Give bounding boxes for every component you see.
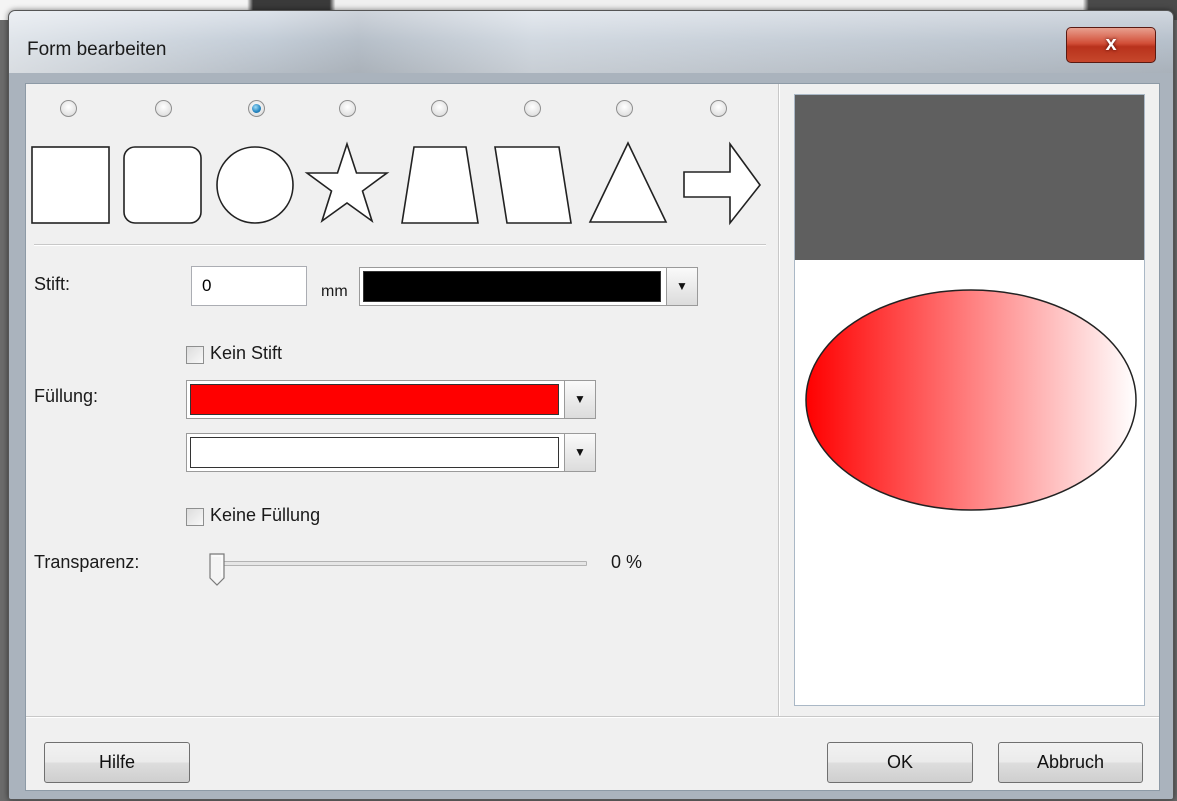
- trapezoid-shape-icon[interactable]: [401, 146, 479, 224]
- pen-color-swatch: [363, 271, 661, 302]
- pen-color-dropdown-arrow[interactable]: ▼: [666, 268, 697, 305]
- no-pen-label: Kein Stift: [210, 343, 283, 363]
- fill-color2-dropdown[interactable]: ▼: [186, 433, 596, 472]
- transparency-value: 0 %: [611, 552, 643, 572]
- no-fill-label: Keine Füllung: [210, 505, 321, 525]
- star-shape-icon[interactable]: [304, 141, 390, 224]
- dialog-window: Form bearbeiten x Stift: 0 mm ▼ Kein Sti…: [8, 10, 1174, 800]
- cancel-button[interactable]: Abbruch: [998, 742, 1143, 783]
- no-fill-checkbox[interactable]: [186, 508, 204, 526]
- footer-divider: [26, 716, 1159, 718]
- rounded-rectangle-shape-icon[interactable]: [123, 146, 202, 224]
- triangle-shape-icon[interactable]: [588, 141, 668, 223]
- pen-width-input[interactable]: 0: [191, 266, 307, 306]
- preview-ellipse: [805, 289, 1137, 511]
- fill-color1-swatch: [190, 384, 559, 415]
- help-button[interactable]: Hilfe: [44, 742, 190, 783]
- preview-header-band: [795, 95, 1144, 260]
- parallelogram-shape-icon[interactable]: [494, 146, 572, 224]
- fill-color2-dropdown-arrow[interactable]: ▼: [564, 434, 595, 471]
- pen-color-dropdown[interactable]: ▼: [359, 267, 698, 306]
- transparency-slider-thumb[interactable]: [207, 552, 227, 588]
- title-bar: [9, 11, 1173, 73]
- circle-shape-icon[interactable]: [216, 146, 294, 224]
- pen-unit-label: mm: [321, 283, 348, 300]
- dialog-client-area: Stift: 0 mm ▼ Kein Stift Füllung: ▼ ▼ Ke…: [25, 83, 1160, 791]
- no-pen-checkbox[interactable]: [186, 346, 204, 364]
- fill-color2-swatch: [190, 437, 559, 468]
- shape-palette: [31, 141, 762, 226]
- fill-label: Füllung:: [34, 386, 99, 406]
- divider: [34, 244, 766, 246]
- chevron-down-icon: ▼: [574, 444, 586, 459]
- close-button[interactable]: x: [1066, 27, 1156, 63]
- fill-color1-dropdown-arrow[interactable]: ▼: [564, 381, 595, 418]
- preview-canvas: [805, 289, 1137, 511]
- window-title: Form bearbeiten: [27, 39, 167, 60]
- transparency-label: Transparenz:: [34, 552, 140, 572]
- arrow-shape-icon[interactable]: [683, 141, 762, 226]
- chevron-down-icon: ▼: [676, 278, 688, 293]
- pen-label: Stift:: [34, 274, 71, 294]
- vertical-divider: [778, 84, 780, 716]
- transparency-slider-track[interactable]: [213, 561, 587, 566]
- ok-button[interactable]: OK: [827, 742, 973, 783]
- fill-color1-dropdown[interactable]: ▼: [186, 380, 596, 419]
- chevron-down-icon: ▼: [574, 391, 586, 406]
- rectangle-shape-icon[interactable]: [31, 146, 110, 224]
- shape-preview-panel: [794, 94, 1145, 706]
